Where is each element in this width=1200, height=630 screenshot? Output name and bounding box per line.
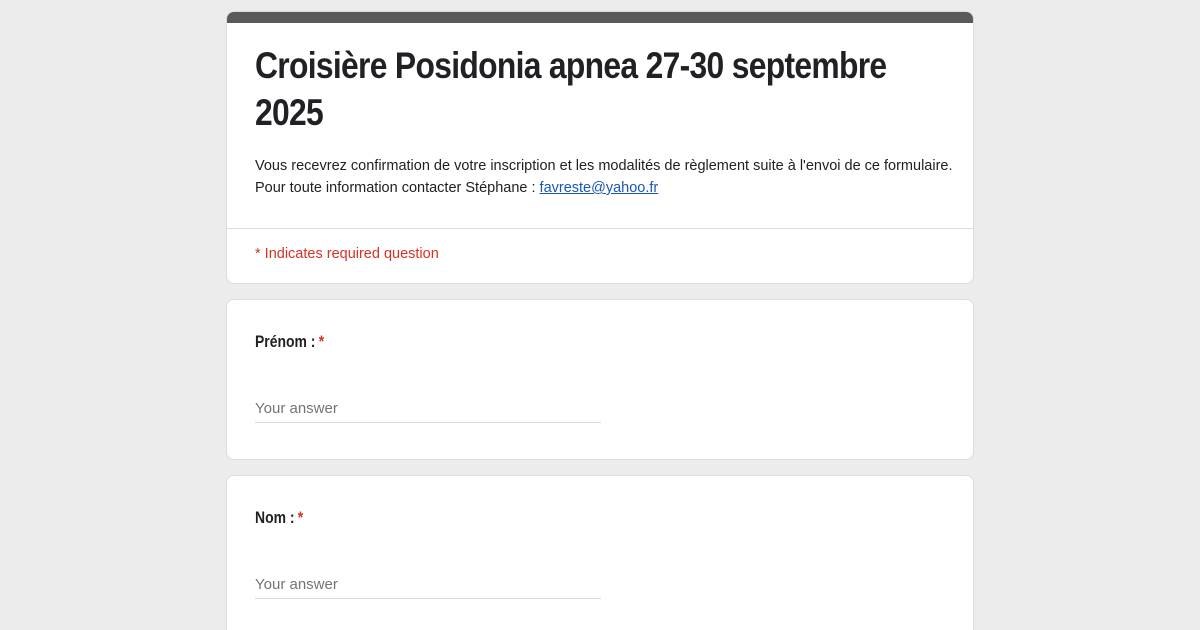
form-description: Vous recevrez confirmation de votre insc… xyxy=(255,155,955,199)
header-divider xyxy=(227,228,973,229)
question-label-nom: Nom : * xyxy=(255,506,303,530)
question-card-prenom: Prénom : * xyxy=(226,299,974,460)
required-note: * Indicates required question xyxy=(255,246,439,262)
form-header-card: Croisière Posidonia apnea 27-30 septembr… xyxy=(226,11,974,284)
question-card-nom: Nom : * xyxy=(226,475,974,630)
required-asterisk: * xyxy=(318,332,325,351)
required-asterisk: * xyxy=(297,508,304,527)
question-label-prenom: Prénom : * xyxy=(255,330,324,354)
header-color-bar xyxy=(227,12,973,23)
form-title: Croisière Posidonia apnea 27-30 septembr… xyxy=(255,45,887,133)
prenom-input[interactable] xyxy=(255,394,601,423)
nom-input[interactable] xyxy=(255,570,601,599)
contact-email-link[interactable]: favreste@yahoo.fr xyxy=(540,180,659,196)
question-title-nom: Nom : xyxy=(255,508,295,527)
question-title-prenom: Prénom : xyxy=(255,332,316,351)
form-page: Croisière Posidonia apnea 27-30 septembr… xyxy=(0,0,1200,630)
